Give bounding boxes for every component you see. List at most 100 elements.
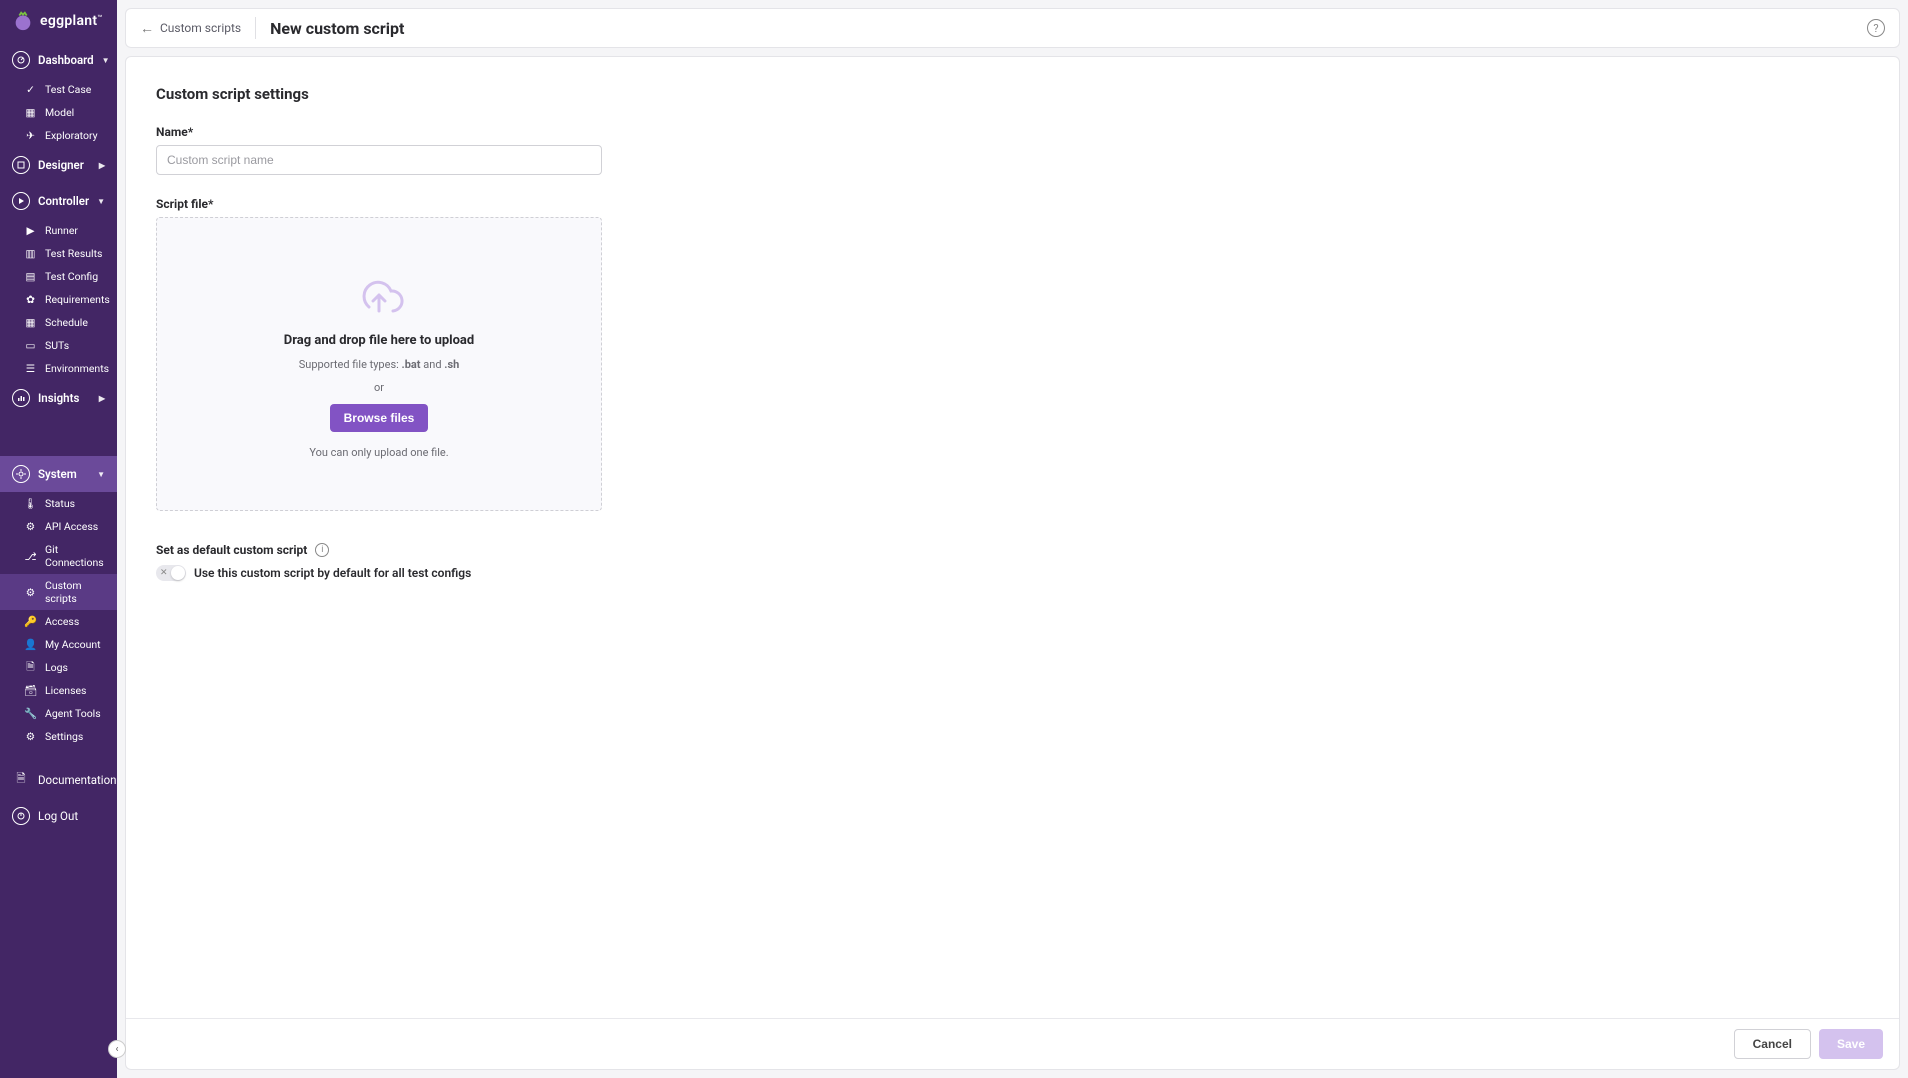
default-toggle[interactable]: ✕ bbox=[156, 565, 186, 581]
upload-cloud-icon bbox=[351, 269, 407, 319]
divider bbox=[255, 17, 256, 39]
settings-icon: ⚙ bbox=[24, 730, 37, 743]
exploratory-icon: ✈ bbox=[24, 129, 37, 142]
sidebar-logout[interactable]: Log Out bbox=[0, 798, 117, 834]
sidebar: eggplant™ Dashboard ▼ ✓Test Case ▦Model … bbox=[0, 0, 117, 1078]
sidebar-item-logs[interactable]: 🗎Logs bbox=[0, 656, 117, 679]
sidebar-collapse-button[interactable]: ‹ bbox=[108, 1040, 126, 1058]
git-icon: ⎇ bbox=[24, 550, 37, 563]
schedule-icon: ▦ bbox=[24, 316, 37, 329]
sidebar-system-label: System bbox=[38, 467, 77, 481]
sidebar-system[interactable]: System ▼ bbox=[0, 456, 117, 492]
dashboard-icon bbox=[12, 51, 30, 69]
caret-right-icon: ▶ bbox=[99, 161, 105, 170]
status-icon: 🌡 bbox=[24, 497, 37, 510]
default-toggle-label: Use this custom script by default for al… bbox=[194, 566, 471, 580]
sidebar-item-agenttools[interactable]: 🔧Agent Tools bbox=[0, 702, 117, 725]
dropzone-note: You can only upload one file. bbox=[309, 446, 448, 459]
help-icon[interactable]: ? bbox=[1867, 19, 1885, 37]
system-icon bbox=[12, 465, 30, 483]
breadcrumb-parent[interactable]: Custom scripts bbox=[160, 21, 241, 35]
name-input[interactable] bbox=[156, 145, 602, 175]
config-icon: ▤ bbox=[24, 270, 37, 283]
breadcrumb: ← Custom scripts bbox=[140, 20, 241, 37]
controller-icon bbox=[12, 192, 30, 210]
tools-icon: 🔧 bbox=[24, 707, 37, 720]
api-icon: ⚙ bbox=[24, 520, 37, 533]
cancel-button[interactable]: Cancel bbox=[1734, 1029, 1811, 1059]
sidebar-item-settings[interactable]: ⚙Settings bbox=[0, 725, 117, 748]
sidebar-item-status[interactable]: 🌡Status bbox=[0, 492, 117, 515]
sidebar-item-gitconnections[interactable]: ⎇Git Connections bbox=[0, 538, 117, 574]
script-label: Script file* bbox=[156, 197, 1869, 211]
default-header: Set as default custom script i bbox=[156, 543, 1869, 557]
testcase-icon: ✓ bbox=[24, 83, 37, 96]
chevron-left-icon: ‹ bbox=[115, 1044, 118, 1055]
name-label: Name* bbox=[156, 125, 1869, 139]
save-button[interactable]: Save bbox=[1819, 1029, 1883, 1059]
info-icon[interactable]: i bbox=[315, 543, 329, 557]
sidebar-item-suts[interactable]: ▭SUTs bbox=[0, 334, 117, 357]
sidebar-controller-label: Controller bbox=[38, 194, 89, 208]
access-icon: 🔑 bbox=[24, 615, 37, 628]
sidebar-item-apiaccess[interactable]: ⚙API Access bbox=[0, 515, 117, 538]
suts-icon: ▭ bbox=[24, 339, 37, 352]
sidebar-insights[interactable]: Insights ▶ bbox=[0, 380, 117, 416]
sidebar-item-access[interactable]: 🔑Access bbox=[0, 610, 117, 633]
sidebar-dashboard-label: Dashboard bbox=[38, 53, 94, 67]
account-icon: 👤 bbox=[24, 638, 37, 651]
sidebar-controller[interactable]: Controller ▼ bbox=[0, 183, 117, 219]
default-toggle-row: ✕ Use this custom script by default for … bbox=[156, 565, 1869, 581]
insights-icon bbox=[12, 389, 30, 407]
dropzone-subtitle: Supported file types: .bat and .sh bbox=[299, 358, 460, 371]
sidebar-item-testcase[interactable]: ✓Test Case bbox=[0, 78, 117, 101]
logout-icon bbox=[12, 807, 30, 825]
footer: Cancel Save bbox=[126, 1018, 1899, 1069]
sidebar-item-testconfig[interactable]: ▤Test Config bbox=[0, 265, 117, 288]
sidebar-item-exploratory[interactable]: ✈Exploratory bbox=[0, 124, 117, 147]
eggplant-logo-icon bbox=[12, 10, 34, 32]
designer-icon bbox=[12, 156, 30, 174]
default-title: Set as default custom script bbox=[156, 543, 307, 557]
runner-icon: ▶ bbox=[24, 224, 37, 237]
caret-right-icon: ▶ bbox=[99, 394, 105, 403]
licenses-icon: 🗃 bbox=[24, 684, 37, 697]
sidebar-documentation-label: Documentation bbox=[38, 773, 116, 787]
sidebar-item-requirements[interactable]: ✿Requirements bbox=[0, 288, 117, 311]
logo-text: eggplant™ bbox=[40, 13, 102, 29]
back-arrow-icon[interactable]: ← bbox=[140, 20, 154, 37]
documentation-icon: 🗎 bbox=[12, 771, 30, 789]
sidebar-item-model[interactable]: ▦Model bbox=[0, 101, 117, 124]
dropzone-or: or bbox=[374, 381, 384, 394]
sidebar-item-schedule[interactable]: ▦Schedule bbox=[0, 311, 117, 334]
script-field-group: Script file* Drag and drop file here to … bbox=[156, 197, 1869, 511]
sidebar-item-licenses[interactable]: 🗃Licenses bbox=[0, 679, 117, 702]
main: ← Custom scripts New custom script ? Cus… bbox=[117, 0, 1908, 1078]
environments-icon: ☰ bbox=[24, 362, 37, 375]
sidebar-designer-label: Designer bbox=[38, 158, 84, 172]
sidebar-item-runner[interactable]: ▶Runner bbox=[0, 219, 117, 242]
scripts-icon: ⚙ bbox=[24, 586, 37, 599]
sidebar-item-myaccount[interactable]: 👤My Account bbox=[0, 633, 117, 656]
caret-down-icon: ▼ bbox=[97, 470, 105, 479]
topbar: ← Custom scripts New custom script ? bbox=[125, 8, 1900, 48]
caret-down-icon: ▼ bbox=[102, 56, 110, 65]
sidebar-dashboard[interactable]: Dashboard ▼ bbox=[0, 42, 117, 78]
logs-icon: 🗎 bbox=[24, 661, 37, 674]
section-title: Custom script settings bbox=[156, 85, 1869, 103]
sidebar-logout-label: Log Out bbox=[38, 809, 78, 823]
sidebar-item-testresults[interactable]: ▥Test Results bbox=[0, 242, 117, 265]
sidebar-documentation[interactable]: 🗎 Documentation bbox=[0, 762, 117, 798]
caret-down-icon: ▼ bbox=[97, 197, 105, 206]
logo[interactable]: eggplant™ bbox=[0, 0, 117, 42]
content-panel: Custom script settings Name* Script file… bbox=[125, 56, 1900, 1070]
name-field-group: Name* bbox=[156, 125, 1869, 175]
file-dropzone[interactable]: Drag and drop file here to upload Suppor… bbox=[156, 217, 602, 511]
browse-files-button[interactable]: Browse files bbox=[330, 404, 429, 432]
requirements-icon: ✿ bbox=[24, 293, 37, 306]
sidebar-designer[interactable]: Designer ▶ bbox=[0, 147, 117, 183]
sidebar-item-environments[interactable]: ☰Environments bbox=[0, 357, 117, 380]
sidebar-item-customscripts[interactable]: ⚙Custom scripts bbox=[0, 574, 117, 610]
results-icon: ▥ bbox=[24, 247, 37, 260]
model-icon: ▦ bbox=[24, 106, 37, 119]
